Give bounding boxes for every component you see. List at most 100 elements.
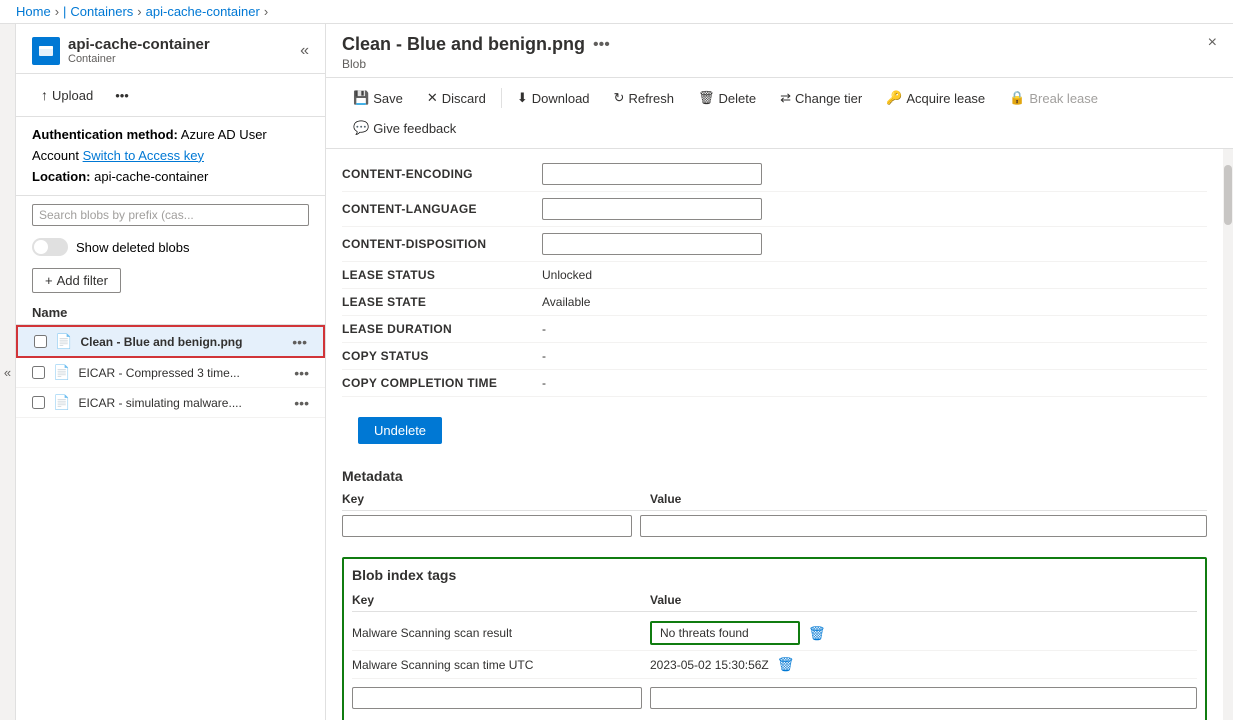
container-icon (32, 37, 60, 65)
delete-button[interactable]: 🗑 Delete (687, 84, 767, 112)
tag-delete-button[interactable]: 🗑 (777, 656, 795, 673)
show-deleted-label: Show deleted blobs (76, 240, 189, 255)
tag-key: Malware Scanning scan time UTC (352, 658, 642, 672)
switch-access-key-link[interactable]: Switch to Access key (83, 148, 204, 163)
refresh-label: Refresh (628, 91, 674, 106)
scrollbar[interactable] (1223, 149, 1233, 720)
tags-value-col: Value (650, 593, 1197, 607)
discard-button[interactable]: ✕ Discard (416, 84, 497, 112)
delete-icon: 🗑 (698, 90, 715, 106)
sidebar-header: api-cache-container Container « (16, 24, 325, 74)
auth-method-row: Authentication method: Azure AD User Acc… (32, 125, 309, 167)
prop-label: COPY STATUS (342, 349, 542, 363)
show-deleted-toggle[interactable] (32, 238, 68, 256)
list-item[interactable]: 📄 EICAR - Compressed 3 time... ••• (16, 358, 325, 388)
breadcrumb-containers[interactable]: Containers (70, 4, 133, 19)
toolbar-separator (501, 88, 502, 108)
give-feedback-label: Give feedback (373, 121, 456, 136)
search-input-wrap[interactable] (32, 204, 309, 226)
prop-label: CONTENT-ENCODING (342, 167, 542, 181)
list-item-checkbox[interactable] (34, 335, 47, 348)
break-lease-icon: 🔒 (1009, 90, 1025, 106)
breadcrumb-container-name[interactable]: api-cache-container (146, 4, 260, 19)
location-row: Location: api-cache-container (32, 167, 309, 188)
content-encoding-input[interactable] (542, 163, 762, 185)
list-item-more[interactable]: ••• (292, 334, 307, 350)
undelete-area: Undelete (326, 405, 1223, 460)
prop-row-lease-status: LEASE STATUS Unlocked (342, 262, 1207, 289)
change-tier-label: Change tier (795, 91, 862, 106)
list-item-more[interactable]: ••• (294, 365, 309, 381)
change-tier-icon: ⇄ (780, 90, 791, 106)
metadata-title: Metadata (326, 460, 1223, 488)
prop-row-lease-duration: LEASE DURATION - (342, 316, 1207, 343)
new-tag-value-input[interactable] (650, 687, 1197, 709)
metadata-value-input[interactable] (640, 515, 1207, 537)
list-item-checkbox[interactable] (32, 396, 45, 409)
acquire-lease-button[interactable]: 🔑 Acquire lease (875, 84, 996, 112)
download-label: Download (532, 91, 590, 106)
breadcrumb-home[interactable]: Home (16, 4, 51, 19)
undelete-button[interactable]: Undelete (358, 417, 442, 444)
lease-duration-value: - (542, 322, 1207, 336)
breadcrumb-sep2: › (137, 4, 141, 19)
sidebar-collapse-strip[interactable]: « (0, 24, 16, 720)
sidebar-title-area: api-cache-container Container (68, 36, 210, 65)
name-col-label: Name (32, 305, 67, 320)
new-tag-key-input[interactable] (352, 687, 642, 709)
tag-key: Malware Scanning scan result (352, 626, 642, 640)
content-language-input[interactable] (542, 198, 762, 220)
detail-toolbar: 💾 Save ✕ Discard ⬇ Download ↻ Refresh 🗑 … (326, 78, 1233, 149)
copy-status-value: - (542, 349, 1207, 363)
list-item[interactable]: 📄 EICAR - simulating malware.... ••• (16, 388, 325, 418)
upload-button[interactable]: ↑ Upload (32, 82, 102, 108)
metadata-key-col: Key (342, 492, 642, 506)
scroll-thumb[interactable] (1224, 165, 1232, 225)
tag-value-highlighted: No threats found (650, 621, 800, 645)
detail-header: Clean - Blue and benign.png ••• Blob × (326, 24, 1233, 78)
new-tag-row (352, 683, 1197, 713)
refresh-button[interactable]: ↻ Refresh (603, 84, 685, 112)
detail-more-button[interactable]: ••• (593, 36, 610, 54)
acquire-lease-icon: 🔑 (886, 90, 902, 106)
prop-label: CONTENT-DISPOSITION (342, 237, 542, 251)
list-item-more[interactable]: ••• (294, 395, 309, 411)
search-input[interactable] (39, 208, 302, 222)
upload-icon: ↑ (41, 87, 48, 103)
breadcrumb: Home › | Containers › api-cache-containe… (0, 0, 1233, 24)
break-lease-button[interactable]: 🔒 Break lease (998, 84, 1109, 112)
file-name: EICAR - simulating malware.... (78, 396, 286, 410)
prop-row-lease-state: LEASE STATE Available (342, 289, 1207, 316)
file-name: Clean - Blue and benign.png (80, 335, 284, 349)
prop-row-copy-completion: COPY COMPLETION TIME - (342, 370, 1207, 397)
sidebar-search-area (16, 196, 325, 234)
list-item[interactable]: 📄 Clean - Blue and benign.png ••• (16, 325, 325, 358)
prop-row-language: CONTENT-LANGUAGE (342, 192, 1207, 227)
give-feedback-button[interactable]: 💬 Give feedback (342, 114, 467, 142)
prop-label: LEASE DURATION (342, 322, 542, 336)
list-item-checkbox[interactable] (32, 366, 45, 379)
save-button[interactable]: 💾 Save (342, 84, 414, 112)
sidebar-collapse-btn[interactable]: « (300, 42, 309, 60)
content-disposition-input[interactable] (542, 233, 762, 255)
refresh-icon: ↻ (614, 90, 625, 106)
blob-index-title: Blob index tags (352, 567, 1197, 583)
change-tier-button[interactable]: ⇄ Change tier (769, 84, 873, 112)
save-icon: 💾 (353, 90, 369, 106)
download-button[interactable]: ⬇ Download (506, 84, 601, 112)
sidebar: api-cache-container Container « ↑ Upload… (16, 24, 326, 720)
upload-label: Upload (52, 88, 93, 103)
show-deleted-row: Show deleted blobs (16, 234, 325, 264)
sidebar-subtitle: Container (68, 53, 210, 65)
tag-value: 2023-05-02 15:30:56Z (650, 658, 769, 672)
detail-close-button[interactable]: × (1208, 34, 1217, 52)
tag-delete-button[interactable]: 🗑 (808, 625, 826, 642)
file-icon: 📄 (53, 394, 70, 411)
lease-status-value: Unlocked (542, 268, 1207, 282)
add-filter-button[interactable]: + Add filter (32, 268, 121, 293)
metadata-key-input[interactable] (342, 515, 632, 537)
file-icon: 📄 (55, 333, 72, 350)
prop-row-disposition: CONTENT-DISPOSITION (342, 227, 1207, 262)
breadcrumb-sep1: › (55, 4, 59, 19)
sidebar-more-button[interactable]: ••• (106, 83, 138, 108)
